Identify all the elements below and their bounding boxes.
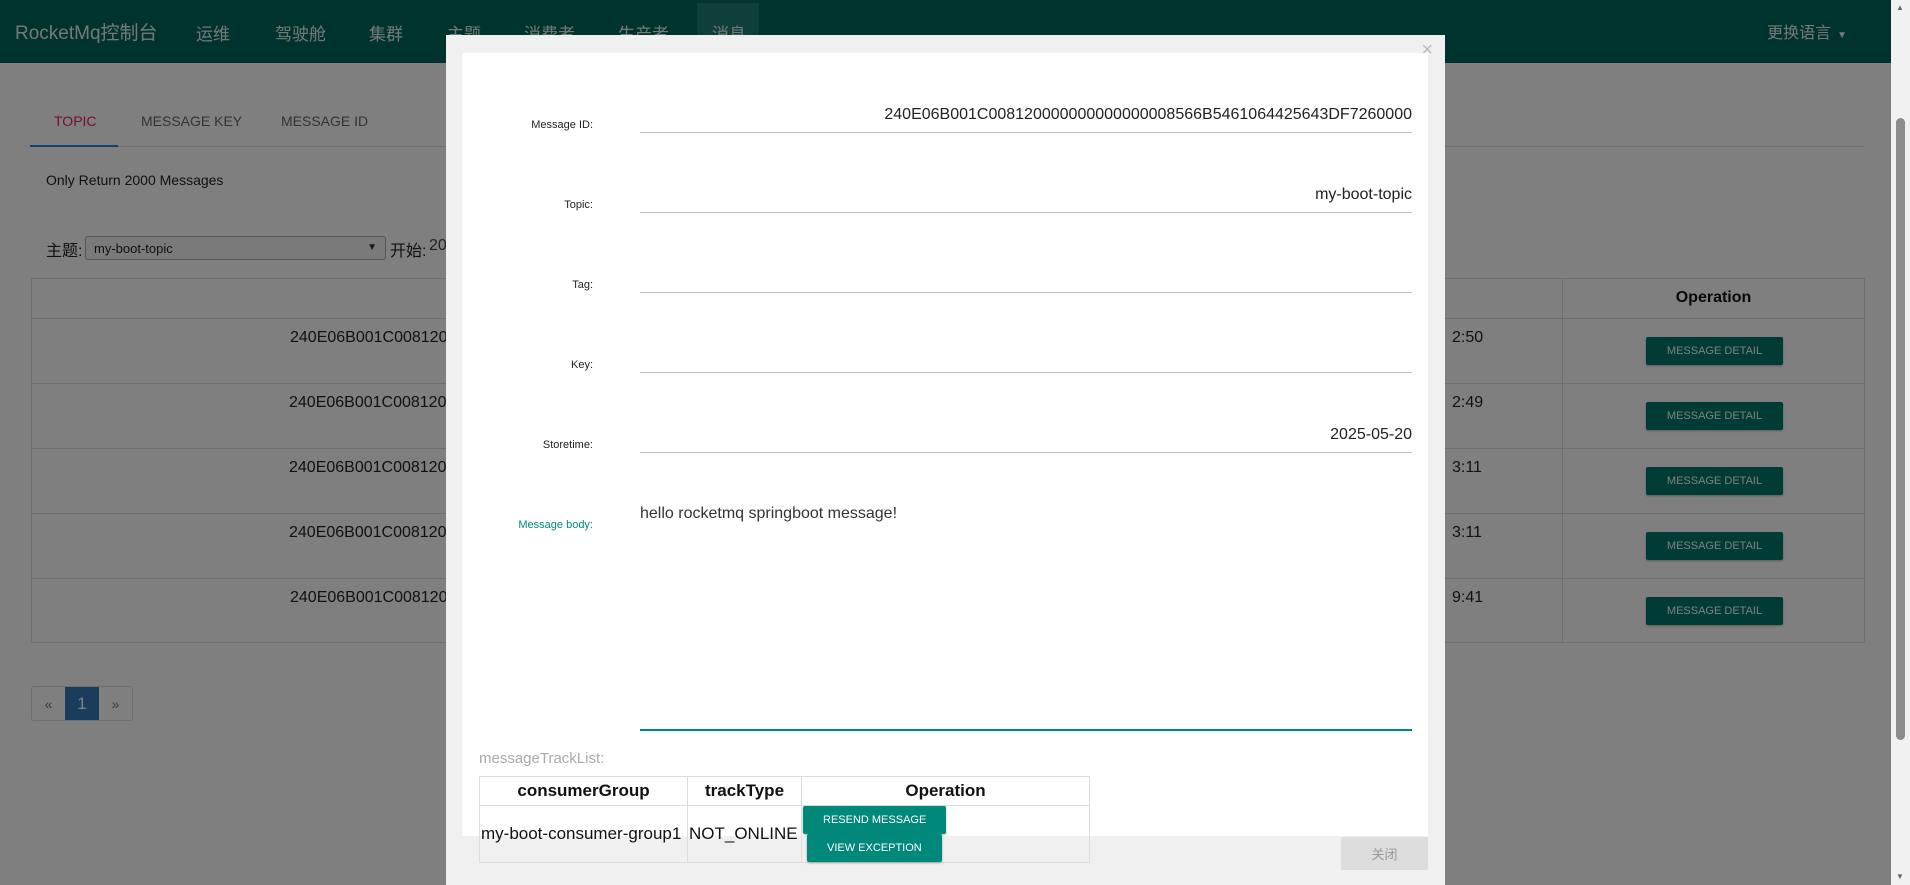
scroll-down-icon[interactable]: ▼: [1896, 872, 1904, 881]
view-exception-button[interactable]: VIEW EXCEPTION: [807, 834, 942, 862]
topic-underline: [640, 212, 1412, 213]
tag-underline: [640, 292, 1412, 293]
track-type-cell: NOT_ONLINE: [687, 805, 802, 863]
track-operation-cell: RESEND MESSAGE VIEW EXCEPTION: [801, 805, 1090, 863]
key-underline: [640, 372, 1412, 373]
storetime-value[interactable]: 2025-05-20: [1330, 426, 1412, 444]
key-label: Key:: [570, 359, 593, 371]
message-id-value[interactable]: 240E06B001C008120000000000000008566B5461…: [884, 106, 1412, 124]
consumer-group-cell: my-boot-consumer-group1: [479, 805, 688, 863]
message-body-label: Message body:: [518, 519, 593, 531]
message-body-textarea[interactable]: hello rocketmq springboot message!: [640, 505, 897, 523]
track-table-header: consumerGroup trackType Operation: [479, 776, 1090, 806]
storetime-underline: [640, 452, 1412, 453]
message-id-label: Message ID:: [531, 119, 593, 131]
message-body-underline: [640, 729, 1412, 731]
page-scrollbar[interactable]: ▲ ▼: [1891, 0, 1910, 885]
scrollbar-thumb[interactable]: [1896, 118, 1905, 740]
consumer-group-header: consumerGroup: [479, 776, 688, 806]
tag-label: Tag:: [572, 279, 593, 291]
track-table: consumerGroup trackType Operation my-boo…: [479, 776, 1090, 863]
track-list-label: messageTrackList:: [479, 750, 605, 767]
topic-value[interactable]: my-boot-topic: [1315, 186, 1412, 204]
dialog-content: Message ID: 240E06B001C00812000000000000…: [462, 53, 1428, 863]
scroll-up-icon[interactable]: ▲: [1896, 3, 1904, 12]
track-row: my-boot-consumer-group1 NOT_ONLINE RESEN…: [479, 805, 1090, 863]
operation-header: Operation: [801, 776, 1090, 806]
message-detail-dialog: × Message ID: 240E06B001C008120000000000…: [446, 35, 1445, 885]
close-dialog-button[interactable]: 关闭: [1341, 837, 1428, 870]
topic-label: Topic:: [564, 199, 593, 211]
resend-message-button[interactable]: RESEND MESSAGE: [803, 806, 947, 834]
storetime-label: Storetime:: [542, 439, 593, 451]
track-type-header: trackType: [687, 776, 802, 806]
message-id-underline: [640, 132, 1412, 133]
